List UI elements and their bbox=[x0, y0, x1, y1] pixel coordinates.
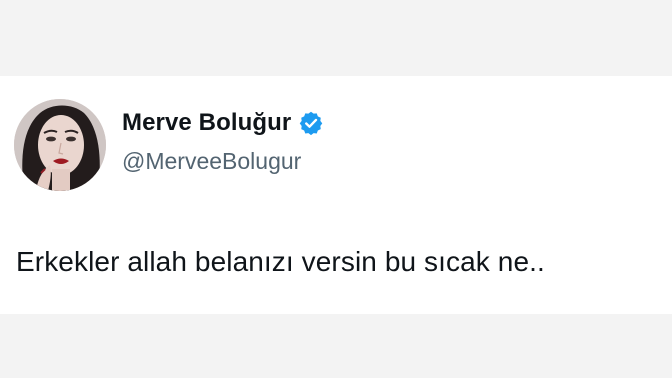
author-name-row: Merve Boluğur bbox=[122, 109, 324, 137]
tweet-text: Erkekler allah belanızı versin bu sıcak … bbox=[16, 246, 545, 277]
screenshot-stage: Merve Boluğur @MerveeBolugur Erkekler al… bbox=[0, 0, 672, 378]
display-name[interactable]: Merve Boluğur bbox=[122, 109, 291, 137]
tweet-card: Merve Boluğur @MerveeBolugur Erkekler al… bbox=[0, 76, 672, 314]
author-handle[interactable]: @MerveeBolugur bbox=[122, 148, 301, 175]
avatar-photo bbox=[14, 99, 106, 191]
verified-badge-icon bbox=[298, 110, 324, 136]
avatar[interactable] bbox=[14, 99, 106, 191]
